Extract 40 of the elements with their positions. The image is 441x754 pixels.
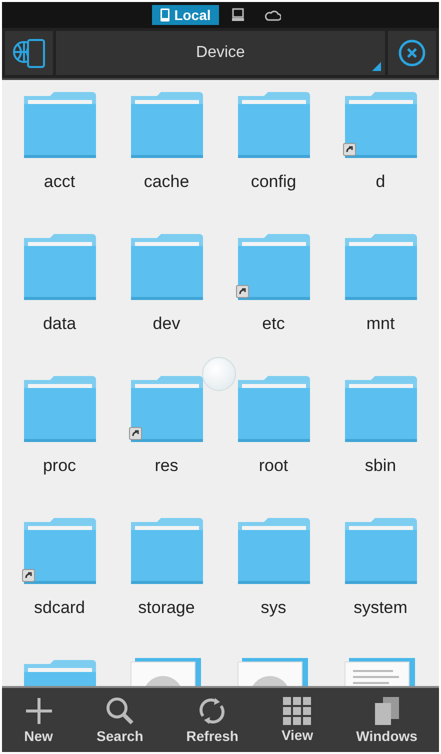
file-name[interactable]: acct — [44, 172, 76, 192]
toolbar-button[interactable]: Windows — [352, 694, 422, 746]
file-name[interactable]: cache — [144, 172, 190, 192]
file-name[interactable]: root — [258, 456, 288, 476]
file-name[interactable]: etc — [262, 314, 285, 334]
file-name[interactable]: config — [250, 172, 296, 192]
windows-icon — [372, 696, 401, 726]
search-icon — [104, 696, 135, 726]
toolbar-button[interactable]: Refresh — [182, 694, 242, 746]
cloud-icon — [264, 9, 281, 21]
file-name[interactable]: system — [354, 598, 408, 618]
file-name[interactable]: data — [42, 314, 76, 334]
file-name[interactable]: sbin — [364, 456, 396, 476]
file-name[interactable]: proc — [42, 456, 76, 476]
path-dropdown[interactable]: Device — [56, 31, 385, 75]
device-switch-button[interactable] — [5, 31, 53, 75]
grid-icon — [283, 697, 312, 725]
file-name[interactable]: res — [154, 456, 178, 476]
toolbar-button[interactable]: New — [20, 694, 58, 746]
refresh-icon — [197, 696, 228, 726]
file-name[interactable]: d — [376, 172, 386, 192]
file-name[interactable]: storage — [138, 598, 195, 618]
shortcut-badge — [22, 569, 34, 582]
shortcut-badge — [236, 285, 248, 298]
computer-icon — [230, 8, 245, 22]
shortcut-badge — [342, 143, 356, 156]
close-button[interactable] — [388, 31, 436, 75]
file-name[interactable]: sdcard — [34, 598, 86, 618]
phone-icon — [160, 8, 170, 22]
touch-indicator-icon — [202, 357, 236, 391]
plus-icon — [24, 696, 54, 726]
toolbar-button[interactable]: Search — [92, 694, 148, 746]
toolbar-button[interactable]: View — [277, 695, 318, 745]
file-name[interactable]: dev — [152, 314, 180, 334]
shortcut-badge — [128, 427, 142, 440]
close-icon — [398, 39, 426, 67]
file-name[interactable]: sys — [260, 598, 286, 618]
file-name[interactable]: mnt — [366, 314, 395, 334]
location-tab[interactable]: Local — [152, 5, 219, 25]
globe-phone-icon — [12, 37, 46, 69]
